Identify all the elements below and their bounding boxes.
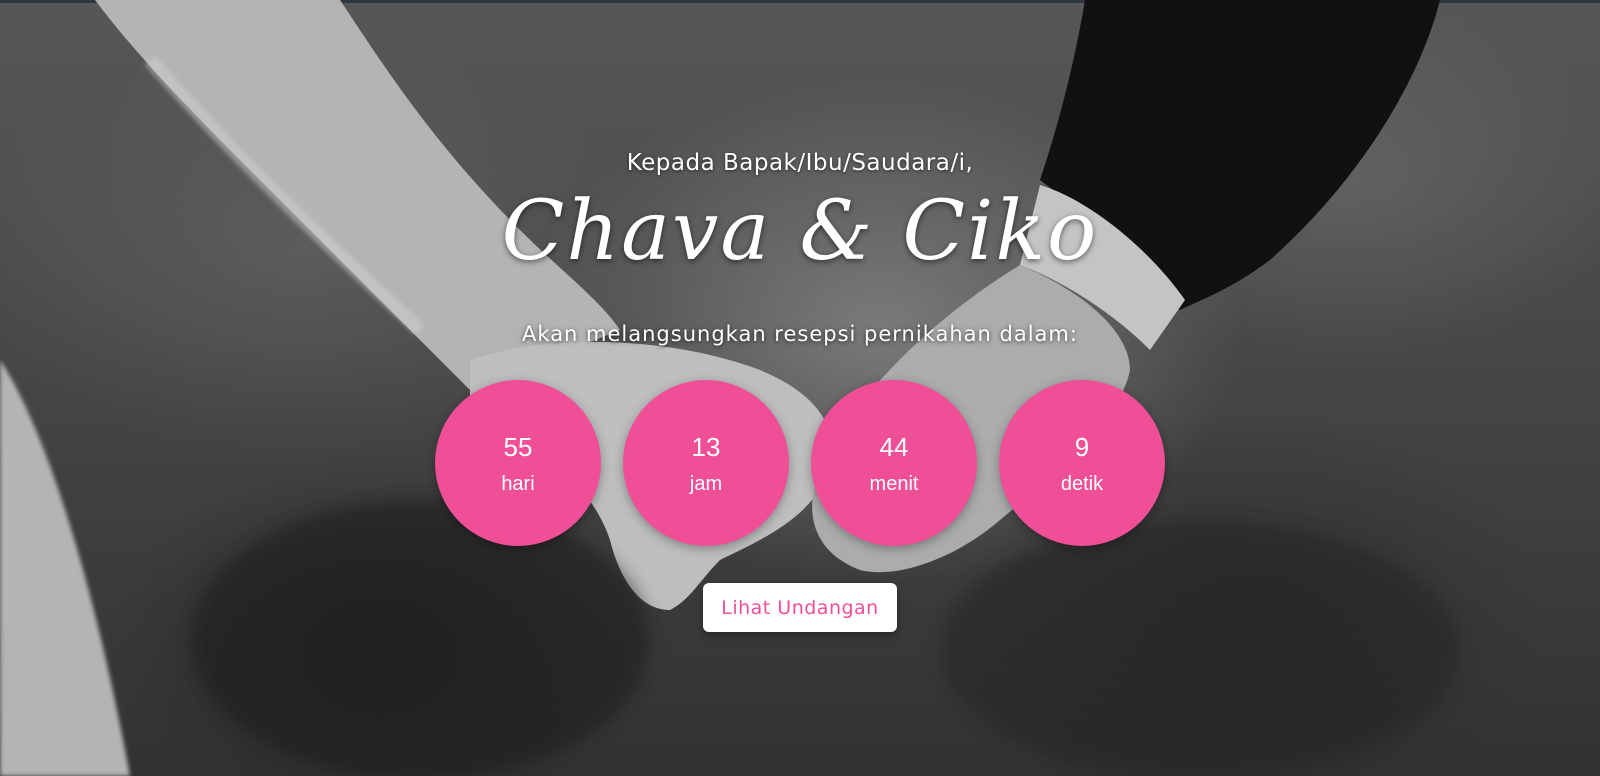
greeting-text: Kepada Bapak/Ibu/Saudara/i,	[626, 150, 974, 176]
minutes-label: menit	[869, 473, 919, 495]
seconds-value: 9	[1074, 432, 1090, 462]
minutes-value: 44	[879, 432, 909, 462]
seconds-label: detik	[1060, 473, 1104, 495]
hours-label: jam	[689, 473, 723, 495]
countdown-timer: 55 hari 13 jam 44 menit 9 detik	[435, 380, 1165, 546]
countdown-minutes: 44 menit	[811, 380, 977, 546]
invitation-content: Kepada Bapak/Ibu/Saudara/i, Chava & Ciko…	[0, 0, 1600, 776]
view-invitation-button[interactable]: Lihat Undangan	[703, 583, 897, 632]
hero-section: Kepada Bapak/Ibu/Saudara/i, Chava & Ciko…	[0, 0, 1600, 776]
event-subtitle: Akan melangsungkan resepsi pernikahan da…	[522, 322, 1078, 346]
days-value: 55	[503, 432, 533, 462]
countdown-days: 55 hari	[435, 380, 601, 546]
countdown-seconds: 9 detik	[999, 380, 1165, 546]
countdown-hours: 13 jam	[623, 380, 789, 546]
days-label: hari	[501, 473, 535, 495]
couple-names-title: Chava & Ciko	[501, 184, 1099, 279]
hours-value: 13	[691, 432, 721, 462]
